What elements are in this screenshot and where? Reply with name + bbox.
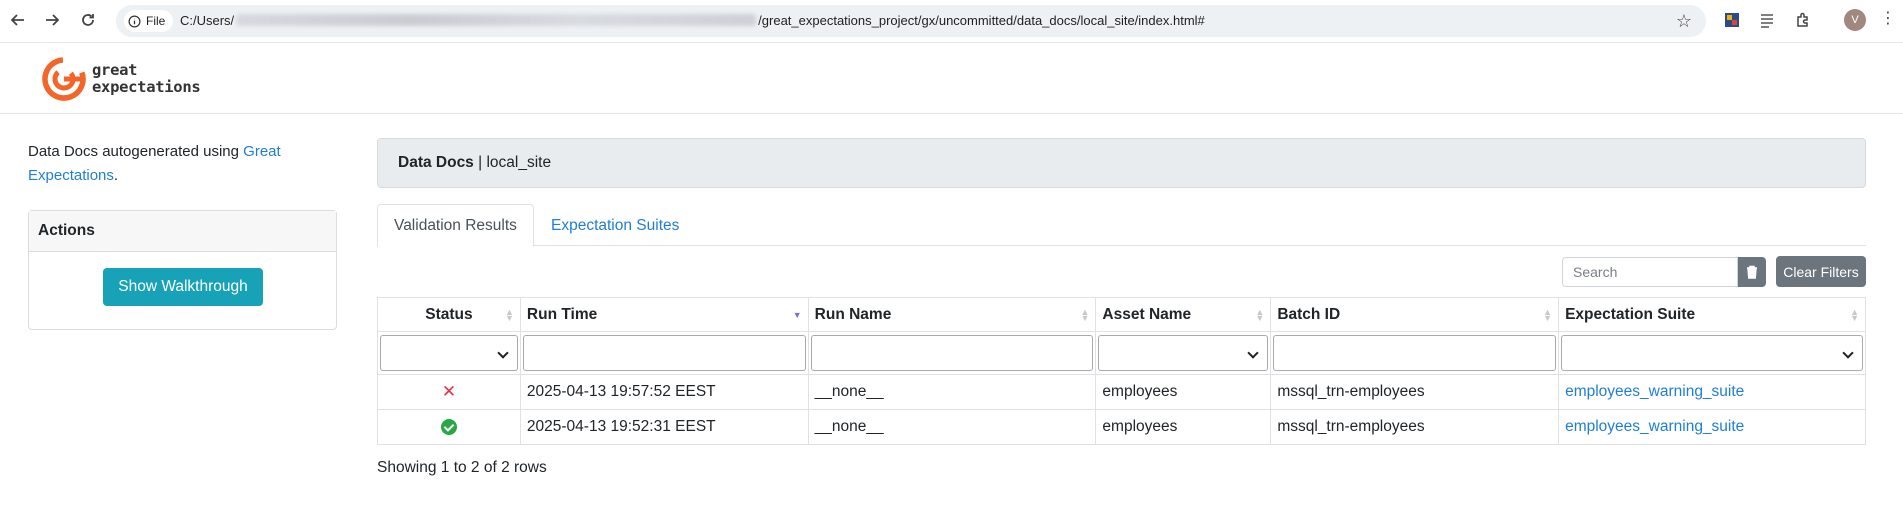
run-time-filter-input[interactable] xyxy=(522,335,806,371)
reading-list-icon[interactable] xyxy=(1757,10,1777,30)
sort-desc-icon: ▼ xyxy=(792,310,802,320)
status-cell xyxy=(377,409,521,445)
success-check-icon xyxy=(440,418,457,435)
clear-filters-button[interactable]: Clear Filters xyxy=(1776,256,1866,287)
column-header-expectation-suite[interactable]: Expectation Suite ▲ ▼ xyxy=(1558,297,1866,332)
page-header: great expectations xyxy=(0,44,1903,114)
expectation-suite-link[interactable]: employees_warning_suite xyxy=(1565,383,1744,400)
clear-search-button[interactable] xyxy=(1738,257,1766,287)
actions-title: Actions xyxy=(29,211,336,252)
browser-toolbar: File C:/Users//great_expectations_projec… xyxy=(0,0,1903,43)
sidebar-intro: Data Docs autogenerated using Great Expe… xyxy=(28,143,281,184)
site-info-button[interactable]: File xyxy=(124,10,174,32)
validation-results-table: Status ▲ ▼ Run Time ▼ Run Name ▲ ▼ Asset Name… xyxy=(377,297,1866,445)
status-filter-select[interactable] xyxy=(380,335,518,371)
sort-icon: ▲ ▼ xyxy=(1850,307,1859,323)
breadcrumb-title: Data Docs xyxy=(398,154,474,171)
sort-icon: ▲ ▼ xyxy=(1543,307,1553,323)
logo-wordmark: great expectations xyxy=(92,61,201,96)
column-header-status[interactable]: Status ▲ ▼ xyxy=(377,297,521,332)
asset-name-cell: employees xyxy=(1095,409,1272,445)
batch-id-filter-input[interactable] xyxy=(1273,335,1557,371)
address-bar[interactable]: File C:/Users//great_expectations_projec… xyxy=(116,5,1706,37)
header-row: Status ▲ ▼ Run Time ▼ Run Name ▲ ▼ Asset Name… xyxy=(377,297,1866,332)
site-info-label: File xyxy=(146,14,166,28)
run-name-cell: __none__ xyxy=(807,374,1097,410)
column-header-run-name[interactable]: Run Name ▲ ▼ xyxy=(807,297,1097,332)
extension-icon[interactable] xyxy=(1722,10,1742,30)
run-time-cell: 2025-04-13 19:57:52 EEST xyxy=(519,374,809,410)
bookmark-star-icon[interactable]: ☆ xyxy=(1676,11,1692,32)
table-row[interactable]: ✕ 2025-04-13 19:57:52 EEST __none__ empl… xyxy=(377,374,1866,410)
extensions-puzzle-icon[interactable] xyxy=(1793,10,1813,30)
breadcrumb-site: local_site xyxy=(486,154,552,171)
sort-icon: ▲ ▼ xyxy=(1255,307,1265,323)
expectation-suite-cell: employees_warning_suite xyxy=(1558,374,1866,410)
sort-icon: ▲ ▼ xyxy=(504,307,514,323)
back-icon[interactable] xyxy=(6,8,30,32)
failed-x-icon: ✕ xyxy=(441,382,457,401)
batch-id-cell: mssql_trn-employees xyxy=(1270,374,1560,410)
sort-icon: ▲ ▼ xyxy=(1080,307,1090,323)
pagination-info: Showing 1 to 2 of 2 rows xyxy=(377,459,547,476)
column-header-batch-id[interactable]: Batch ID ▲ ▼ xyxy=(1270,297,1560,332)
asset-name-filter-select[interactable] xyxy=(1098,335,1269,371)
asset-name-cell: employees xyxy=(1095,374,1272,410)
status-cell: ✕ xyxy=(377,374,521,410)
column-header-asset-name[interactable]: Asset Name ▲ ▼ xyxy=(1095,297,1272,332)
table-row[interactable]: 2025-04-13 19:52:31 EEST __none__ employ… xyxy=(377,409,1866,445)
expectation-suite-filter-select[interactable] xyxy=(1561,335,1863,371)
reload-icon[interactable] xyxy=(76,8,100,32)
run-time-cell: 2025-04-13 19:52:31 EEST xyxy=(519,409,809,445)
tab-validation-results[interactable]: Validation Results xyxy=(377,204,534,247)
url-text: C:/Users//great_expectations_project/gx/… xyxy=(180,13,1205,28)
show-walkthrough-button[interactable]: Show Walkthrough xyxy=(103,268,263,306)
column-header-run-time[interactable]: Run Time ▼ xyxy=(519,297,809,332)
forward-icon[interactable] xyxy=(40,8,64,32)
ge-logo[interactable]: great expectations xyxy=(42,57,201,101)
actions-card: Actions Show Walkthrough xyxy=(28,210,337,330)
trash-icon xyxy=(1747,265,1757,279)
tab-bar: Validation Results Expectation Suites xyxy=(377,204,1866,247)
tab-expectation-suites[interactable]: Expectation Suites xyxy=(535,204,695,247)
expectation-suite-link[interactable]: employees_warning_suite xyxy=(1565,418,1744,435)
run-name-filter-input[interactable] xyxy=(810,335,1094,371)
redacted-path xyxy=(236,14,757,26)
browser-menu-icon[interactable]: ⋮ xyxy=(1880,8,1896,28)
ge-logo-icon xyxy=(42,57,86,101)
search-input[interactable] xyxy=(1562,257,1738,287)
run-name-cell: __none__ xyxy=(807,409,1097,445)
filter-row xyxy=(377,331,1866,375)
info-icon xyxy=(128,15,141,27)
expectation-suite-cell: employees_warning_suite xyxy=(1558,409,1866,445)
breadcrumb: Data Docs | local_site xyxy=(377,138,1866,188)
profile-avatar[interactable]: V xyxy=(1844,9,1866,31)
batch-id-cell: mssql_trn-employees xyxy=(1270,409,1560,445)
